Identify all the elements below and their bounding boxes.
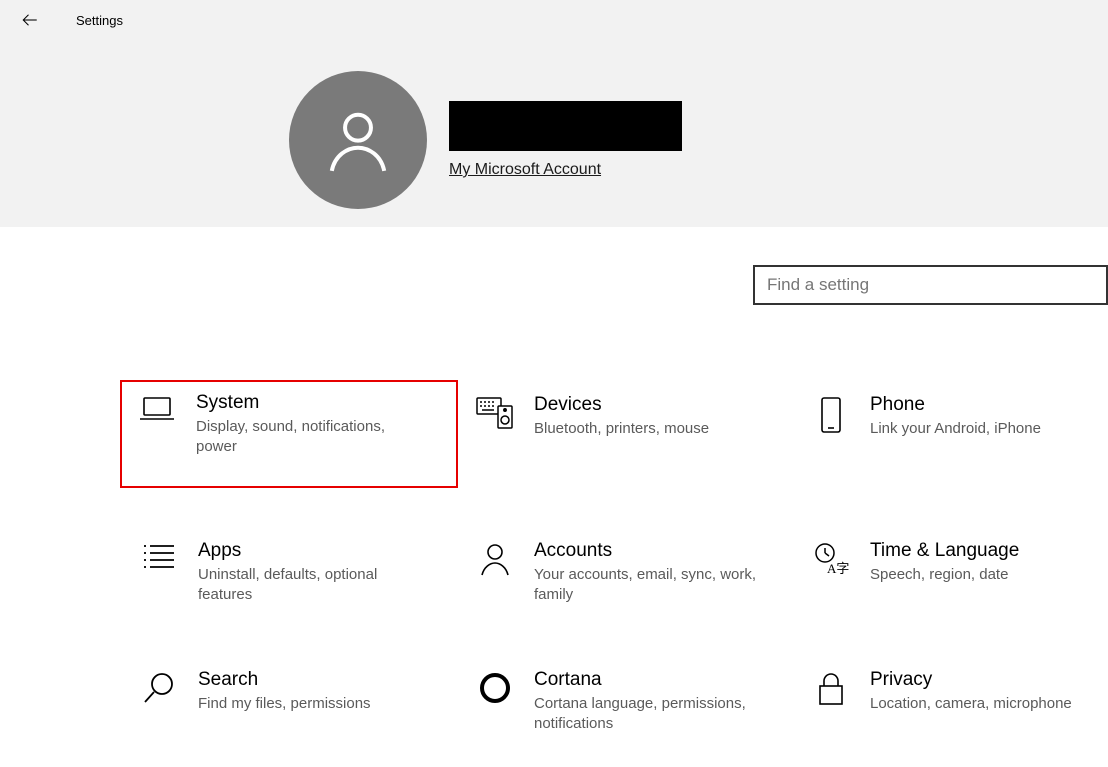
window-title: Settings <box>76 13 123 28</box>
tile-sub: Find my files, permissions <box>198 694 371 714</box>
tile-sub: Speech, region, date <box>870 565 1019 585</box>
keyboard-speaker-icon <box>475 396 515 430</box>
account-block: My Microsoft Account <box>289 71 682 209</box>
tile-sub: Your accounts, email, sync, work, family <box>534 565 764 606</box>
lock-icon <box>815 671 847 707</box>
tile-title: Privacy <box>870 669 1072 691</box>
back-button[interactable] <box>18 8 42 32</box>
laptop-icon <box>139 394 175 424</box>
title-bar: Settings <box>0 0 1108 40</box>
tile-title: Phone <box>870 394 1041 416</box>
tile-title: Accounts <box>534 540 764 562</box>
search-icon <box>142 671 176 705</box>
svg-text:A字: A字 <box>827 561 849 576</box>
tile-privacy[interactable]: Privacy Location, camera, microphone <box>794 657 1108 747</box>
tile-sub: Cortana language, permissions, notificat… <box>534 694 764 735</box>
tile-system[interactable]: System Display, sound, notifications, po… <box>120 380 458 488</box>
header-area: Settings My Microsoft Account <box>0 0 1108 227</box>
tiles-grid: System Display, sound, notifications, po… <box>122 382 1108 747</box>
tile-title: Search <box>198 669 371 691</box>
tile-sub: Display, sound, notifications, power <box>196 417 428 458</box>
search-wrap <box>753 265 1108 305</box>
phone-icon <box>818 396 844 434</box>
tile-sub: Location, camera, microphone <box>870 694 1072 714</box>
tile-title: Devices <box>534 394 709 416</box>
tile-accounts[interactable]: Accounts Your accounts, email, sync, wor… <box>458 528 794 618</box>
tile-sub: Link your Android, iPhone <box>870 419 1041 439</box>
tile-cortana[interactable]: Cortana Cortana language, permissions, n… <box>458 657 794 747</box>
tile-sub: Uninstall, defaults, optional features <box>198 565 428 606</box>
arrow-left-icon <box>21 11 39 29</box>
tile-devices[interactable]: Devices Bluetooth, printers, mouse <box>458 382 794 488</box>
clock-language-icon: A字 <box>812 542 850 576</box>
tile-apps[interactable]: Apps Uninstall, defaults, optional featu… <box>122 528 458 618</box>
tile-phone[interactable]: Phone Link your Android, iPhone <box>794 382 1108 488</box>
cortana-icon <box>478 671 512 705</box>
list-icon <box>142 542 176 570</box>
tile-time-language[interactable]: A字 Time & Language Speech, region, date <box>794 528 1108 618</box>
avatar[interactable] <box>289 71 427 209</box>
tile-title: Cortana <box>534 669 764 691</box>
tile-sub: Bluetooth, printers, mouse <box>534 419 709 439</box>
search-input[interactable] <box>753 265 1108 305</box>
tile-title: Apps <box>198 540 428 562</box>
body-area: System Display, sound, notifications, po… <box>0 227 1108 267</box>
user-icon <box>321 103 395 177</box>
account-name-redacted <box>449 101 682 151</box>
account-text: My Microsoft Account <box>449 101 682 179</box>
person-icon <box>479 542 511 576</box>
my-microsoft-account-link[interactable]: My Microsoft Account <box>449 161 601 179</box>
tile-title: Time & Language <box>870 540 1019 562</box>
tile-search[interactable]: Search Find my files, permissions <box>122 657 458 747</box>
tile-title: System <box>196 392 428 414</box>
